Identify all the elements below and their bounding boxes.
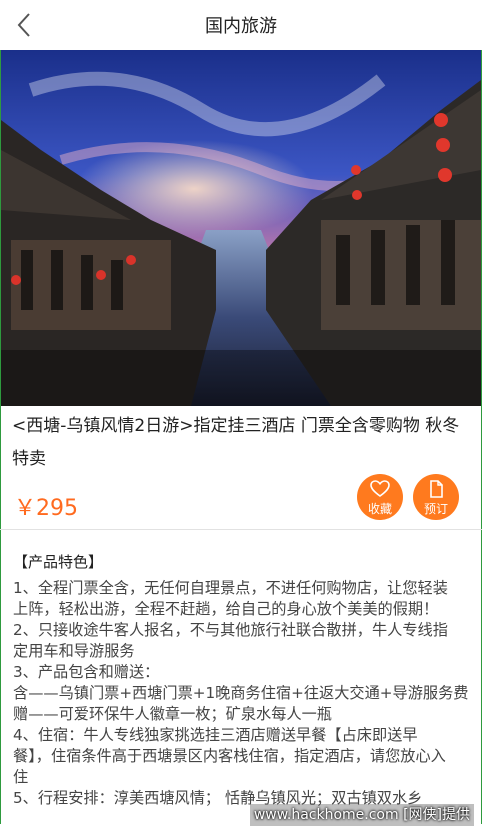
description-line: 3、产品包含和赠送： (13, 663, 160, 681)
description-line: 住 (13, 768, 29, 786)
book-label: 预订 (423, 502, 448, 516)
description-line: 餐】，住宿条件高于西塘景区内客栈住宿，指定酒店，请您放心入 (13, 747, 446, 765)
divider (0, 529, 482, 530)
hero-image (1, 50, 481, 406)
favorite-label: 收藏 (367, 502, 392, 516)
description-line: 4、住宿：牛人专线独家挑选挂三酒店赠送早餐【占床即送早 (13, 726, 418, 744)
product-title: <西塘-乌镇风情2日游>指定挂三酒店 门票全含零购物 秋冬 特卖 (12, 410, 470, 476)
book-button[interactable]: 预订 (413, 474, 459, 520)
product-title-line-1: <西塘-乌镇风情2日游>指定挂三酒店 门票全含零购物 秋冬 (12, 416, 460, 436)
water-town-photo (1, 50, 481, 406)
price: ￥295 (14, 496, 78, 521)
description-line: 上阵，轻松出游，全程不赶趟，给自己的身心放个美美的假期！ (13, 600, 439, 618)
description-line: 定用车和导游服务 (13, 642, 135, 660)
description-line: 含——乌镇门票+西塘门票+1晚商务住宿+往返大交通+导游服务费 (13, 684, 469, 702)
product-title-line-2: 特卖 (12, 449, 46, 469)
page-title: 国内旅游 (205, 16, 277, 37)
watermark: www.hackhome.com [网侠]提供 (249, 804, 474, 826)
description-line: 赠——可爱环保牛人徽章一枚；矿泉水每人一瓶 (13, 705, 332, 723)
section-title: 【产品特色】 (13, 553, 104, 571)
description-line: 2、只接收途牛客人报名，不与其他旅行社联合散拼，牛人专线指 (13, 621, 448, 639)
document-icon (430, 480, 443, 498)
header: 国内旅游 (0, 0, 482, 50)
favorite-button[interactable]: 收藏 (357, 474, 403, 520)
description-line: 1、全程门票全含，无任何自理景点，不进任何购物店，让您轻装 (13, 579, 448, 597)
product-description: 1、全程门票全含，无任何自理景点，不进任何购物店，让您轻装 上阵，轻松出游，全程… (13, 578, 471, 809)
heart-icon (370, 480, 390, 497)
